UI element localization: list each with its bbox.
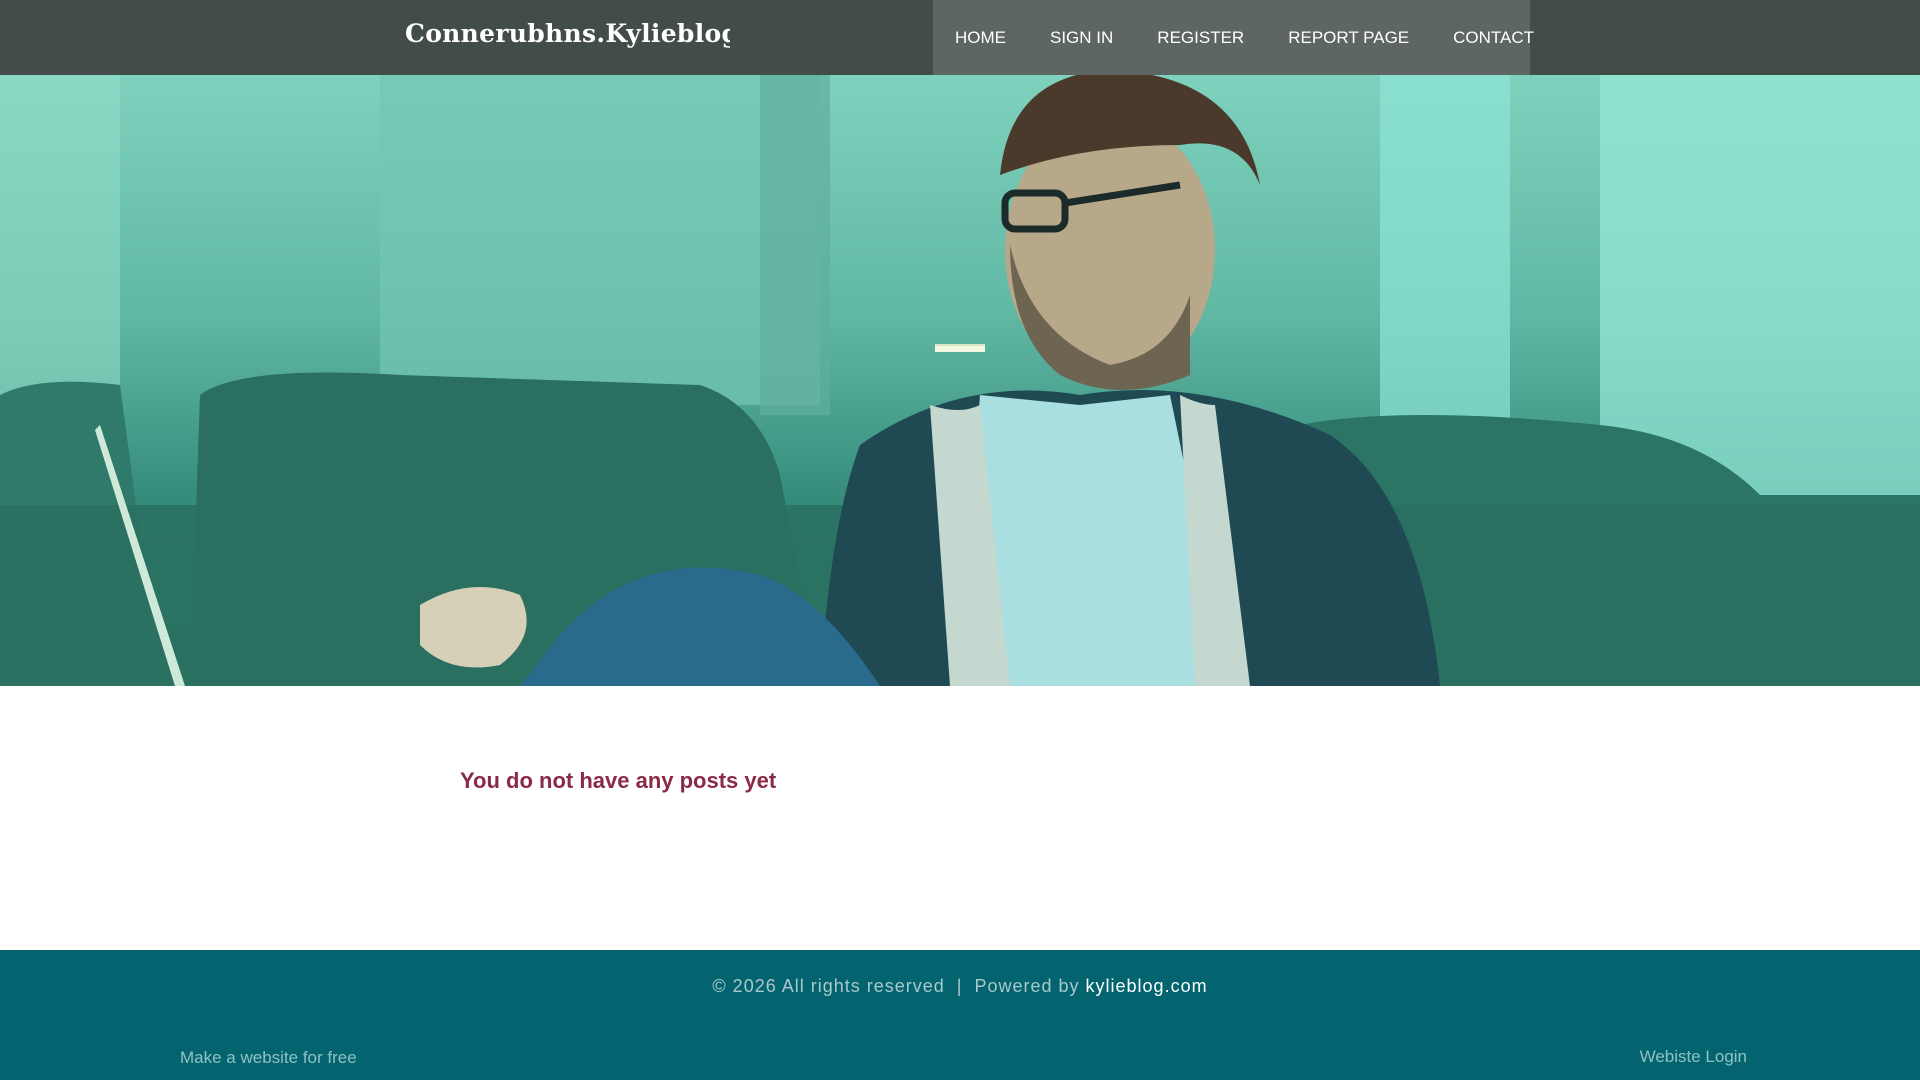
hero-banner: [0, 75, 1920, 686]
nav-contact[interactable]: CONTACT: [1431, 0, 1556, 75]
make-website-link[interactable]: Make a website for free: [180, 1048, 357, 1068]
nav-register[interactable]: REGISTER: [1135, 0, 1266, 75]
main-content: You do not have any posts yet: [0, 686, 1920, 950]
hero-background-image: [0, 75, 1920, 686]
top-navigation-bar: Connerubhns.Kylieblog.Com HOME SIGN IN R…: [0, 0, 1920, 75]
empty-posts-message: You do not have any posts yet: [460, 768, 777, 793]
powered-by-link[interactable]: kylieblog.com: [1086, 976, 1208, 996]
footer: © 2026 All rights reserved | Powered by …: [0, 950, 1920, 1080]
website-login-link[interactable]: Webiste Login: [1640, 1047, 1747, 1067]
site-title[interactable]: Connerubhns.Kylieblog.Com: [405, 14, 730, 54]
copyright-text: © 2026 All rights reserved | Powered by …: [0, 976, 1920, 997]
main-nav: HOME SIGN IN REGISTER REPORT PAGE CONTAC…: [933, 0, 1534, 75]
nav-home[interactable]: HOME: [933, 0, 1028, 75]
copyright-prefix: © 2026 All rights reserved | Powered by: [712, 976, 1086, 996]
nav-report-page[interactable]: REPORT PAGE: [1266, 0, 1431, 75]
hero-divider: [935, 344, 985, 352]
nav-sign-in[interactable]: SIGN IN: [1028, 0, 1135, 75]
